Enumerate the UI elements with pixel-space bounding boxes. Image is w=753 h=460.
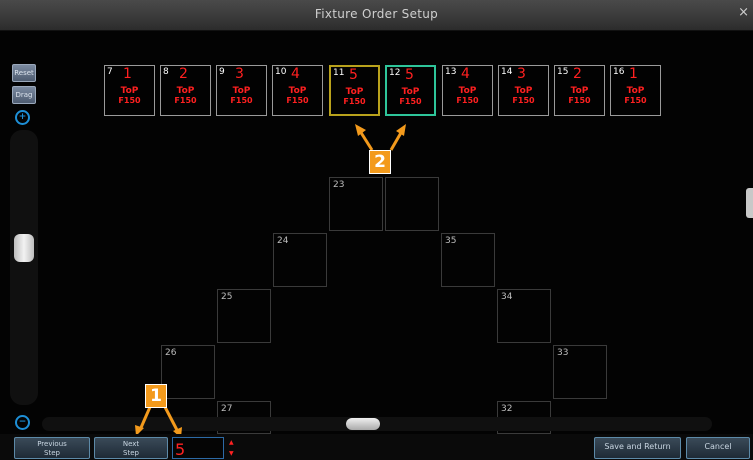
next-step-line1: Next	[122, 440, 140, 448]
callout-arrows	[135, 124, 406, 438]
previous-step-line2: Step	[44, 449, 60, 457]
step-down-icon[interactable]: ▼	[229, 450, 234, 457]
callout-badge-1: 1	[145, 384, 167, 408]
callout-badge-2: 2	[369, 150, 391, 174]
next-step-button[interactable]: Next Step	[94, 437, 168, 459]
next-step-line2: Step	[123, 449, 139, 457]
previous-step-button[interactable]: Previous Step	[14, 437, 90, 459]
previous-step-line1: Previous	[37, 440, 67, 448]
step-value: 5	[175, 440, 186, 459]
save-and-return-button[interactable]: Save and Return	[594, 437, 681, 459]
step-number-field[interactable]: 5	[172, 437, 224, 459]
cancel-button[interactable]: Cancel	[686, 437, 750, 459]
step-up-icon[interactable]: ▲	[229, 439, 234, 446]
